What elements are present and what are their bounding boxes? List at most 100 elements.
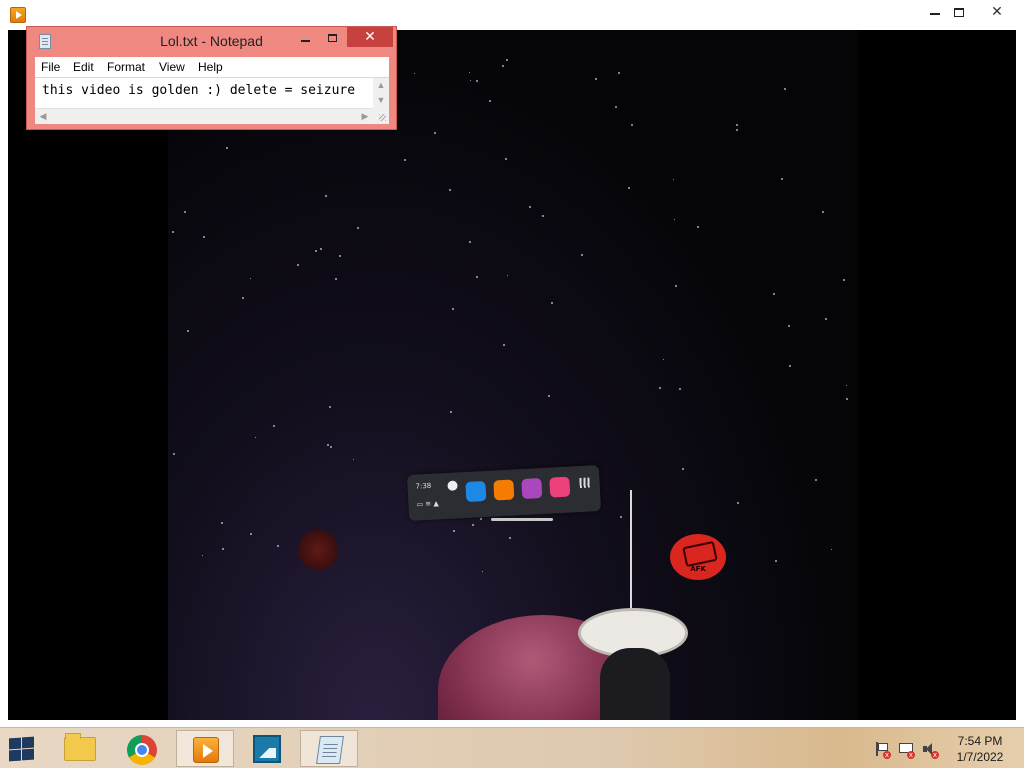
start-button[interactable] [6, 736, 36, 762]
notepad-minimize-button[interactable] [292, 29, 318, 49]
horizontal-scrollbar[interactable]: ◀ ▶ [35, 108, 373, 124]
notepad-taskbar-icon [316, 736, 344, 764]
star [548, 395, 550, 397]
scroll-down-icon[interactable]: ▼ [373, 93, 389, 107]
star [226, 147, 228, 149]
menu-help[interactable]: Help [198, 60, 223, 74]
windows-logo-pane [22, 736, 34, 749]
controller-pointer-ray [630, 490, 632, 620]
notepad-close-button[interactable]: ✕ [347, 27, 393, 47]
star [551, 302, 553, 304]
star [330, 446, 332, 448]
star [503, 344, 505, 346]
star [737, 502, 739, 504]
star [674, 219, 675, 220]
menu-edit[interactable]: Edit [73, 60, 94, 74]
app-grid-icon [579, 477, 590, 489]
player-maximize-button[interactable] [944, 0, 974, 22]
windows-logo-pane [22, 748, 34, 761]
notepad-window: Lol.txt - Notepad ✕ File Edit Format Vie… [26, 26, 397, 130]
star [482, 571, 483, 572]
minimize-icon [930, 13, 940, 16]
star [846, 385, 847, 386]
star [697, 226, 699, 228]
star [187, 330, 189, 332]
star [202, 555, 203, 556]
scroll-up-icon[interactable]: ▲ [373, 78, 389, 92]
media-player-icon[interactable] [10, 7, 26, 23]
video-frame[interactable]: 7:38 ▭ ≋ ▲ AFK [8, 30, 1016, 720]
error-mark-icon: x [907, 751, 915, 759]
star [784, 88, 786, 90]
star [822, 211, 824, 213]
menu-file[interactable]: File [41, 60, 60, 74]
star [325, 195, 327, 197]
vr-avatar-icon [447, 480, 458, 491]
star [659, 387, 661, 389]
star [789, 365, 791, 367]
share-icon [549, 476, 571, 498]
star [273, 425, 275, 427]
volume-icon[interactable]: x [922, 742, 939, 759]
controller-body [600, 648, 670, 720]
media-player-taskbar-icon [193, 737, 219, 763]
star [449, 189, 451, 191]
star [453, 530, 455, 532]
taskbar-file-explorer[interactable] [51, 730, 109, 767]
maximize-icon [327, 34, 337, 42]
star [781, 178, 783, 180]
star [542, 215, 544, 217]
taskbar-notepad[interactable] [300, 730, 358, 767]
star [529, 206, 531, 208]
menu-view[interactable]: View [159, 60, 185, 74]
star [472, 524, 474, 526]
vr-menu-handle [491, 518, 553, 521]
star [736, 129, 738, 131]
windows-logo-pane [9, 749, 21, 762]
star [357, 227, 359, 229]
clock-time: 7:54 PM [957, 734, 1003, 748]
star [581, 254, 583, 256]
star [843, 279, 845, 281]
vertical-scrollbar[interactable]: ▲ ▼ [373, 78, 389, 108]
taskbar-photos[interactable] [238, 730, 296, 767]
star [502, 65, 504, 67]
star [775, 560, 777, 562]
star [222, 548, 224, 550]
error-mark-icon: x [883, 751, 891, 759]
player-close-button[interactable]: ✕ [982, 0, 1012, 22]
photos-icon [253, 735, 281, 763]
notepad-text-area[interactable]: this video is golden :) delete = seizure… [35, 77, 389, 124]
chrome-icon [127, 735, 157, 765]
notepad-maximize-button[interactable] [319, 29, 345, 49]
star [173, 453, 175, 455]
menu-format[interactable]: Format [107, 60, 145, 74]
taskbar-chrome[interactable] [113, 730, 171, 767]
action-center-flag-icon[interactable]: x [874, 742, 891, 759]
system-clock[interactable]: 7:54 PM 1/7/2022 [948, 733, 1012, 765]
star [476, 80, 478, 82]
star [329, 406, 331, 408]
star [242, 297, 244, 299]
star [663, 359, 664, 360]
taskbar-media-player[interactable] [176, 730, 234, 767]
people-icon [521, 478, 543, 500]
star [615, 106, 617, 108]
maximize-icon [954, 7, 964, 17]
scroll-left-icon[interactable]: ◀ [35, 109, 51, 124]
star [339, 255, 341, 257]
network-icon[interactable]: x [898, 742, 915, 759]
resize-grip-icon[interactable] [373, 108, 389, 124]
star [250, 533, 252, 535]
space-background [168, 30, 858, 720]
taskbar: x x x 7:54 PM 1/7/2022 [0, 727, 1024, 768]
star [434, 132, 436, 134]
star [414, 73, 415, 74]
mute-mark-icon: x [931, 751, 939, 759]
notepad-titlebar[interactable]: Lol.txt - Notepad ✕ [27, 27, 396, 55]
star [673, 179, 674, 180]
scroll-right-icon[interactable]: ▶ [357, 109, 373, 124]
notepad-content[interactable]: this video is golden :) delete = seizure [42, 83, 355, 98]
star [476, 276, 478, 278]
star [679, 388, 681, 390]
